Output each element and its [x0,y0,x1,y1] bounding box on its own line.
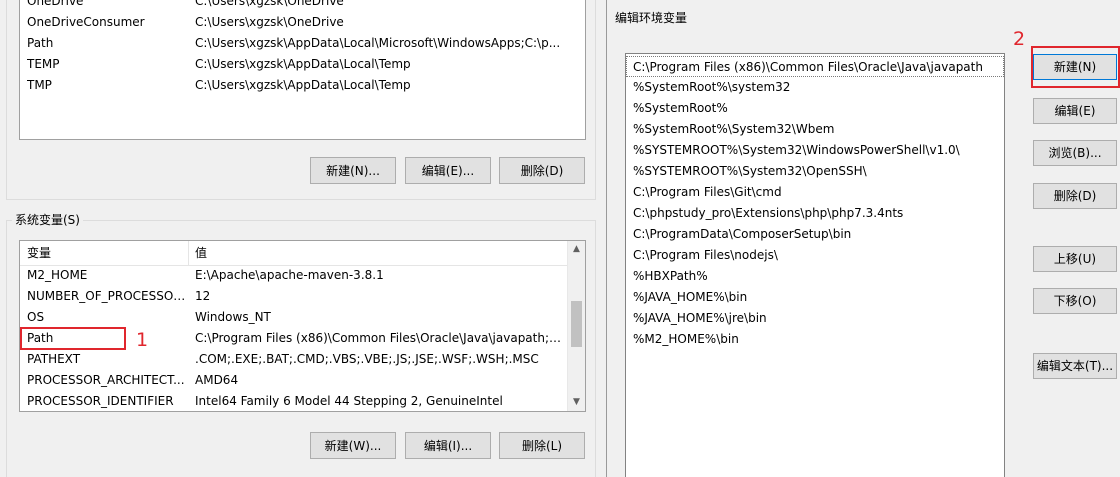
table-row[interactable]: Path C:\Users\xgzsk\AppData\Local\Micros… [20,33,585,54]
var-name: OS [27,310,45,324]
edit-path-button[interactable]: 编辑(E) [1033,98,1117,124]
list-item[interactable]: C:\phpstudy_pro\Extensions\php\php7.3.4n… [626,203,1004,224]
var-name: OneDrive [27,0,84,8]
table-row[interactable]: TMP C:\Users\xgzsk\AppData\Local\Temp [20,75,585,96]
table-row[interactable]: M2_HOME E:\Apache\apache-maven-3.8.1 [20,265,568,286]
var-value: Intel64 Family 6 Model 44 Stepping 2, Ge… [195,394,503,408]
list-item[interactable]: %SystemRoot%\system32 [626,77,1004,98]
column-header-variable[interactable]: 变量 [27,241,187,265]
var-value: C:\Users\xgzsk\AppData\Local\Temp [195,78,411,92]
environment-variables-dialog: OneDrive C:\Users\xgzsk\OneDrive OneDriv… [0,0,606,477]
var-value: 12 [195,289,211,303]
var-value: .COM;.EXE;.BAT;.CMD;.VBS;.VBE;.JS;.JSE;.… [195,352,539,366]
var-value: C:\Users\xgzsk\AppData\Local\Temp [195,57,411,71]
delete-path-button[interactable]: 删除(D) [1033,183,1117,209]
var-value: C:\Users\xgzsk\OneDrive [195,15,344,29]
var-name: TMP [27,78,52,92]
path-entries-list[interactable]: C:\Program Files (x86)\Common Files\Orac… [625,53,1005,477]
column-divider[interactable] [188,241,189,265]
new-path-button[interactable]: 新建(N) [1033,54,1117,80]
table-row[interactable]: PATHEXT .COM;.EXE;.BAT;.CMD;.VBS;.VBE;.J… [20,349,568,370]
system-vars-list[interactable]: 变量 值 M2_HOME E:\Apache\apache-maven-3.8.… [19,240,586,412]
var-name: M2_HOME [27,268,88,282]
column-header-value[interactable]: 值 [195,241,579,265]
browse-button[interactable]: 浏览(B)... [1033,140,1117,166]
var-value: AMD64 [195,373,239,387]
annotation-box-path-row [20,327,126,350]
var-name: PATHEXT [27,352,81,366]
list-item[interactable]: %M2_HOME%\bin [626,329,1004,350]
table-row[interactable]: PROCESSOR_IDENTIFIER Intel64 Family 6 Mo… [20,391,568,411]
scroll-up-arrow-icon[interactable]: ▲ [568,241,585,258]
move-up-button[interactable]: 上移(U) [1033,246,1117,272]
system-new-button[interactable]: 新建(W)... [310,432,396,459]
var-name: TEMP [27,57,60,71]
user-vars-list[interactable]: OneDrive C:\Users\xgzsk\OneDrive OneDriv… [19,0,586,140]
list-item[interactable]: %SYSTEMROOT%\System32\WindowsPowerShell\… [626,140,1004,161]
list-item[interactable]: %SystemRoot%\System32\Wbem [626,119,1004,140]
system-vars-group-label: 系统变量(S) [12,212,83,228]
var-name: PROCESSOR_ARCHITECT... [27,373,185,387]
system-edit-button[interactable]: 编辑(I)... [405,432,491,459]
user-new-button[interactable]: 新建(N)... [310,157,396,184]
list-item[interactable]: C:\Program Files\nodejs\ [626,245,1004,266]
list-item[interactable]: %SystemRoot% [626,98,1004,119]
var-name: Path [27,36,54,50]
var-value: C:\Users\xgzsk\OneDrive [195,0,344,8]
user-edit-button[interactable]: 编辑(E)... [405,157,491,184]
edit-env-var-dialog: 编辑环境变量 C:\Program Files (x86)\Common Fil… [606,0,1120,477]
var-name: PROCESSOR_IDENTIFIER [27,394,174,408]
table-row[interactable]: TEMP C:\Users\xgzsk\AppData\Local\Temp [20,54,585,75]
system-delete-button[interactable]: 删除(L) [499,432,585,459]
table-row[interactable]: OneDrive C:\Users\xgzsk\OneDrive [20,0,585,12]
list-item[interactable]: %JAVA_HOME%\jre\bin [626,308,1004,329]
list-item[interactable]: %HBXPath% [626,266,1004,287]
list-header: 变量 值 [20,241,585,266]
list-item[interactable]: %JAVA_HOME%\bin [626,287,1004,308]
user-delete-button[interactable]: 删除(D) [499,157,585,184]
system-vars-scrollbar[interactable]: ▲ ▼ [567,241,585,411]
table-row[interactable]: PROCESSOR_ARCHITECT... AMD64 [20,370,568,391]
move-down-button[interactable]: 下移(O) [1033,288,1117,314]
dialog-title: 编辑环境变量 [615,11,688,25]
table-row[interactable]: OS Windows_NT [20,307,568,328]
table-row[interactable]: NUMBER_OF_PROCESSORS 12 [20,286,568,307]
var-value: E:\Apache\apache-maven-3.8.1 [195,268,384,282]
var-value: C:\Users\xgzsk\AppData\Local\Microsoft\W… [195,36,561,50]
list-item[interactable]: C:\Program Files (x86)\Common Files\Orac… [626,56,1004,77]
table-row[interactable]: OneDriveConsumer C:\Users\xgzsk\OneDrive [20,12,585,33]
annotation-number-1: 1 [136,329,149,351]
var-value: C:\Program Files (x86)\Common Files\Orac… [195,331,562,345]
list-item[interactable]: C:\ProgramData\ComposerSetup\bin [626,224,1004,245]
var-value: Windows_NT [195,310,271,324]
scrollbar-thumb[interactable] [571,301,582,347]
list-item[interactable]: C:\Program Files\Git\cmd [626,182,1004,203]
var-name: OneDriveConsumer [27,15,145,29]
list-item[interactable]: %SYSTEMROOT%\System32\OpenSSH\ [626,161,1004,182]
edit-text-button[interactable]: 编辑文本(T)... [1033,353,1117,379]
var-name: NUMBER_OF_PROCESSORS [27,289,187,303]
scroll-down-arrow-icon[interactable]: ▼ [568,394,585,411]
annotation-number-2: 2 [1013,28,1026,50]
